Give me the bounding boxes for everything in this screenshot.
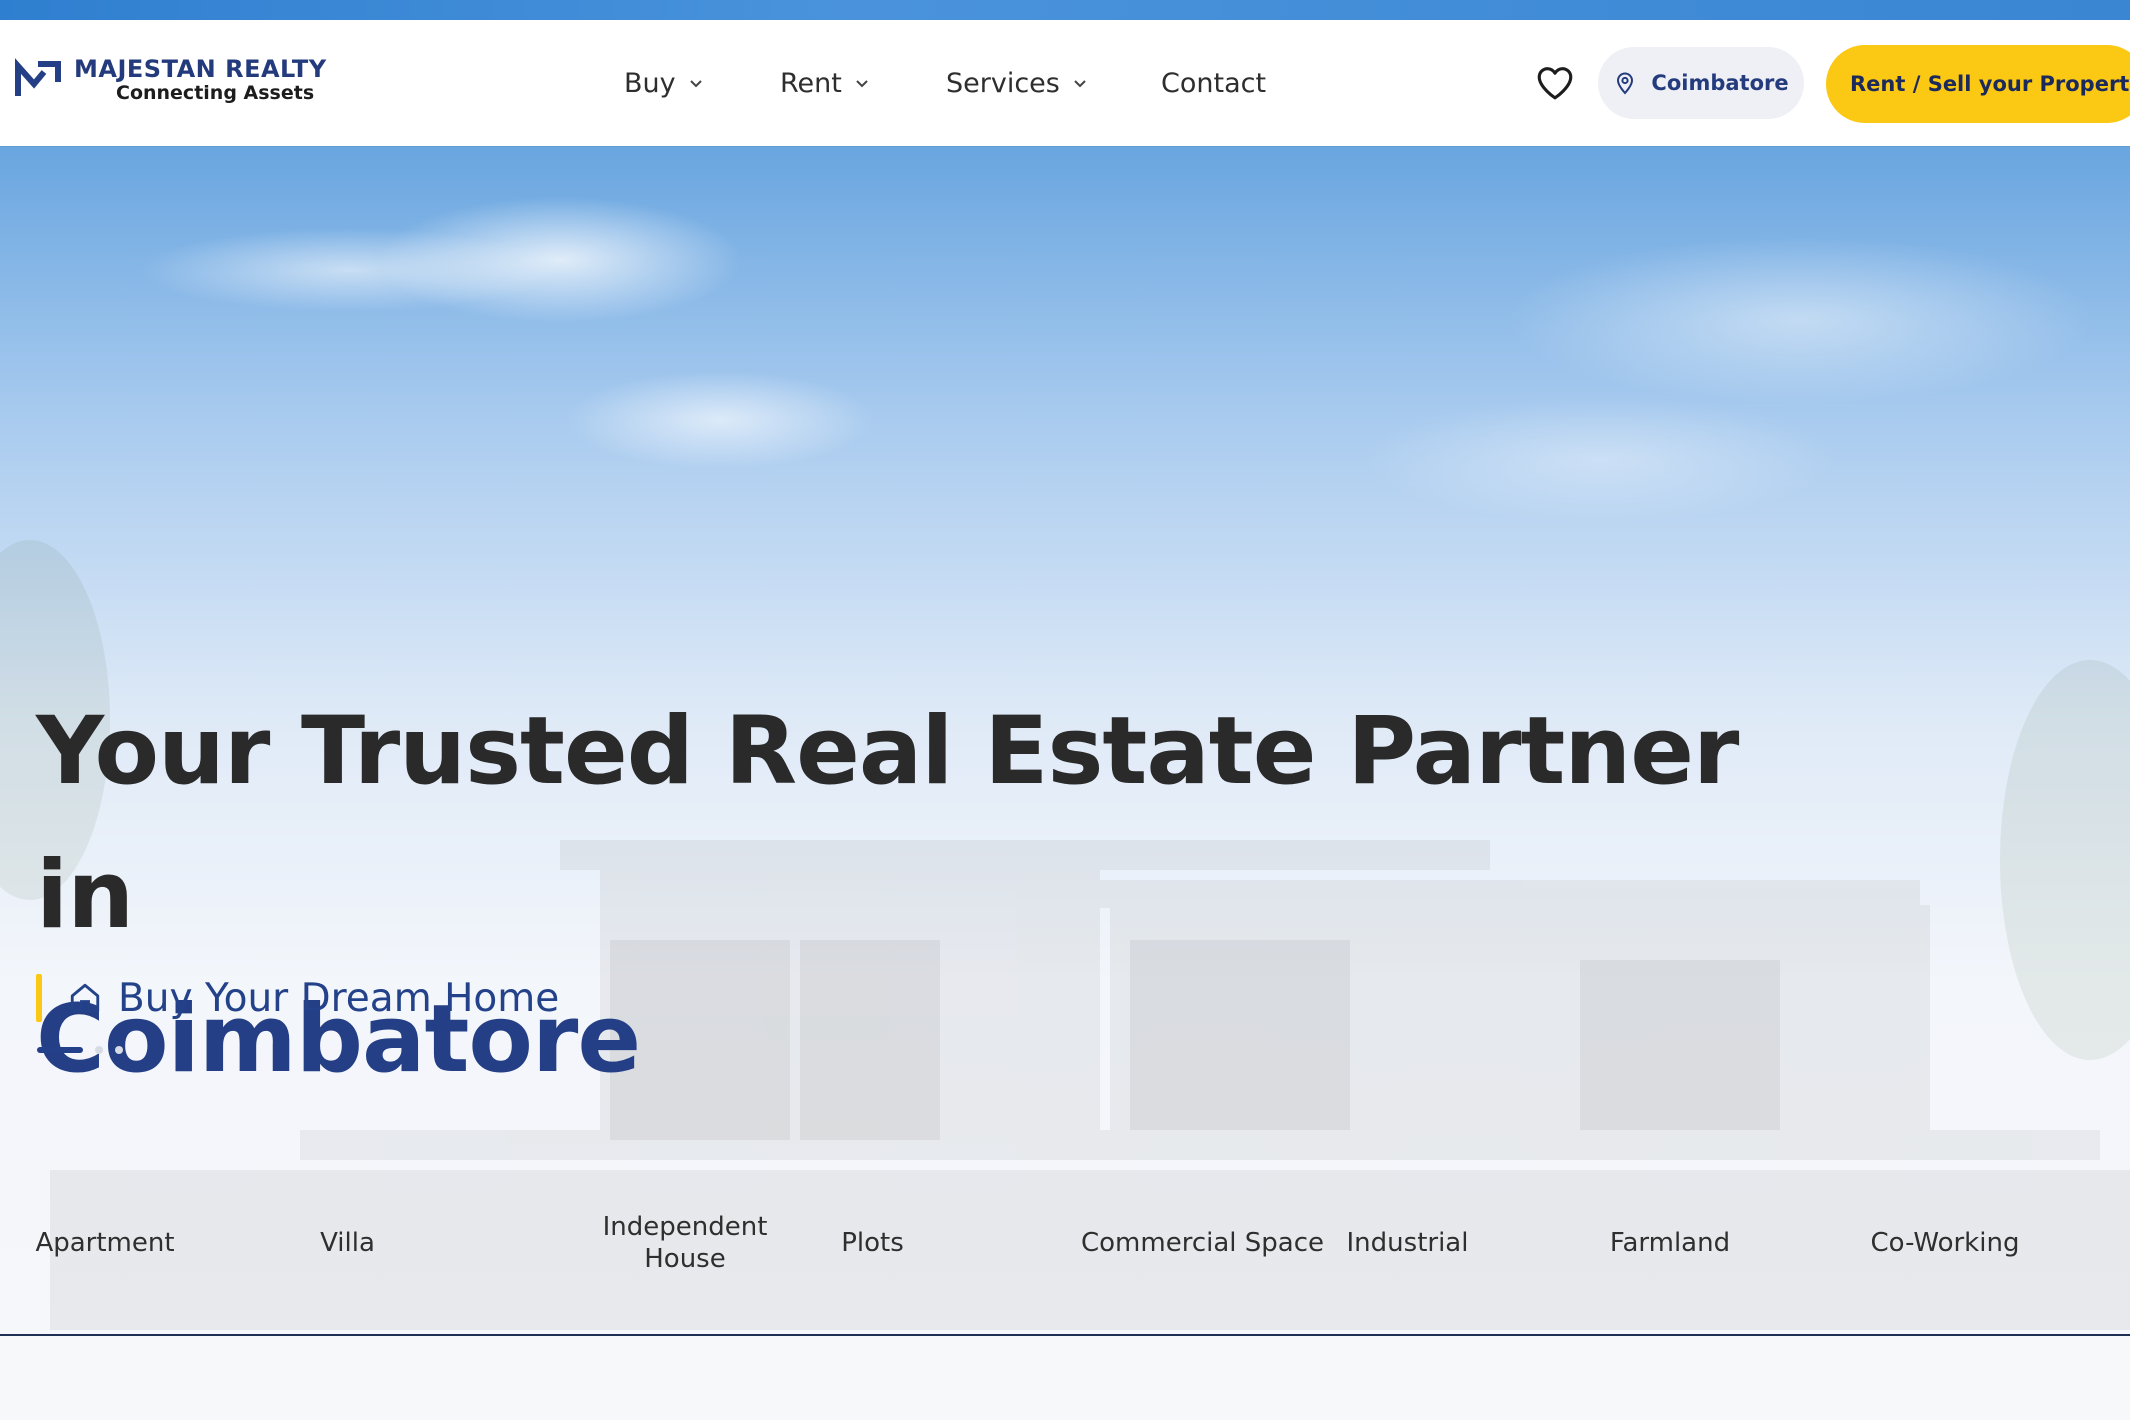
location-label: Coimbatore [1651, 71, 1789, 95]
location-button[interactable]: Coimbatore [1598, 47, 1804, 119]
chevron-down-icon [856, 80, 868, 88]
category-farmland[interactable]: Farmland [1595, 1150, 1745, 1335]
nav-item-rent[interactable]: Rent [780, 68, 870, 99]
home-icon [70, 983, 100, 1013]
site-header: MAJESTAN REALTY Connecting Assets Buy Re… [0, 20, 2130, 146]
rent-sell-property-button[interactable]: Rent / Sell your Property [1826, 45, 2130, 123]
nav-item-contact[interactable]: Contact [1161, 68, 1266, 99]
slide-dot[interactable] [115, 1046, 123, 1054]
nav-item-buy[interactable]: Buy [624, 68, 704, 99]
tagline-accent-bar [36, 974, 42, 1022]
brand-name: MAJESTAN REALTY [74, 55, 327, 83]
slide-dot-active[interactable] [37, 1047, 83, 1053]
logo-mark-icon [15, 58, 61, 96]
nav-item-label: Services [946, 67, 1060, 99]
category-co-working[interactable]: Co-Working [1860, 1150, 2030, 1335]
brand-logo[interactable]: MAJESTAN REALTY Connecting Assets [14, 56, 327, 104]
top-strip [0, 0, 2130, 20]
hero-tagline: Buy Your Dream Home [36, 974, 559, 1022]
nav-item-label: Rent [780, 67, 842, 99]
chevron-down-icon [1074, 80, 1086, 88]
property-category-strip: Apartment Villa Independent House Plots … [0, 1150, 2130, 1335]
hero-title: Your Trusted Real Estate Partner in Coim… [36, 680, 1836, 1112]
category-independent-house[interactable]: Independent House [585, 1150, 785, 1335]
tagline-text: Buy Your Dream Home [118, 975, 560, 1021]
nav-item-services[interactable]: Services [946, 68, 1088, 99]
category-apartment[interactable]: Apartment [30, 1150, 180, 1335]
hero-title-line: Your Trusted Real Estate Partner in [36, 697, 1739, 950]
slider-indicator [37, 1046, 123, 1054]
brand-tagline: Connecting Assets [116, 82, 315, 104]
chevron-down-icon [689, 80, 702, 88]
category-villa[interactable]: Villa [290, 1150, 405, 1335]
category-industrial[interactable]: Industrial [1335, 1150, 1480, 1335]
nav-item-label: Buy [624, 67, 676, 99]
map-pin-icon [1617, 72, 1634, 95]
slide-dot[interactable] [95, 1046, 103, 1054]
heart-icon[interactable] [1534, 62, 1576, 104]
category-plots[interactable]: Plots [820, 1150, 925, 1335]
nav-item-label: Contact [1161, 67, 1267, 99]
below-fold-area [0, 1336, 2130, 1420]
category-commercial-space[interactable]: Commercial Space [1075, 1150, 1330, 1335]
